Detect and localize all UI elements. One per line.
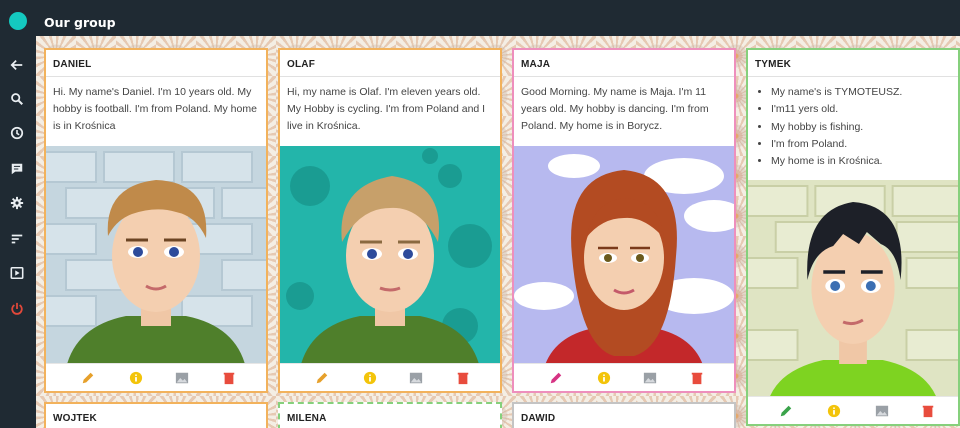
post-card-wojtek[interactable]: WOJTEK [44,402,268,428]
card-list: My name's is TYMOTEUSZ. I'm11 yers old. … [748,77,958,170]
card-title: TYMEK [748,50,958,77]
card-title: DANIEL [46,50,266,77]
card-actions [514,363,734,391]
sort-icon[interactable] [8,230,26,248]
image-icon[interactable] [174,370,190,386]
edit-pencil-icon[interactable] [314,370,330,386]
info-icon[interactable] [128,370,144,386]
post-card-olaf[interactable]: OLAF Hi, my name is Olaf. I'm eleven yea… [278,48,502,393]
app-logo[interactable] [9,12,27,30]
edit-pencil-icon[interactable] [80,370,96,386]
card-text: Hi, my name is Olaf. I'm eleven years ol… [287,86,486,132]
card-title: DAWID [514,404,734,428]
back-arrow-icon[interactable] [8,56,26,74]
info-icon[interactable] [362,370,378,386]
card-text: Hi. My name's Daniel. I'm 10 years old. … [53,86,257,132]
card-text: Good Morning. My name is Maja. I'm 11 ye… [521,86,709,132]
delete-trash-icon[interactable] [920,403,936,419]
info-icon[interactable] [596,370,612,386]
card-title: WOJTEK [46,404,266,428]
card-actions [280,363,500,391]
power-icon[interactable] [8,300,26,318]
top-bar: Our group [0,0,960,36]
list-item: My home is in Krośnica. [771,153,952,170]
delete-trash-icon[interactable] [221,370,237,386]
card-actions [46,363,266,391]
portrait-image[interactable] [514,146,734,368]
page-title: Our group [44,15,116,30]
portrait-image[interactable] [280,146,500,368]
card-title: MILENA [280,404,500,428]
gear-icon[interactable] [8,194,26,212]
card-actions [748,396,958,424]
post-card-tymek[interactable]: TYMEK My name's is TYMOTEUSZ. I'm11 yers… [746,48,960,426]
list-item: My hobby is fishing. [771,119,952,136]
portrait-image[interactable] [46,146,266,368]
image-icon[interactable] [408,370,424,386]
delete-trash-icon[interactable] [455,370,471,386]
list-item: I'm11 yers old. [771,101,952,118]
edit-pencil-icon[interactable] [548,370,564,386]
clock-icon[interactable] [8,124,26,142]
list-item: I'm from Poland. [771,136,952,153]
image-icon[interactable] [874,403,890,419]
search-icon[interactable] [8,90,26,108]
portrait-image[interactable] [748,180,958,402]
card-title: MAJA [514,50,734,77]
image-icon[interactable] [642,370,658,386]
slideshow-icon[interactable] [8,264,26,282]
list-item: My name's is TYMOTEUSZ. [771,84,952,101]
post-card-maja[interactable]: MAJA Good Morning. My name is Maja. I'm … [512,48,736,393]
delete-trash-icon[interactable] [689,370,705,386]
info-icon[interactable] [826,403,842,419]
sidebar [0,36,36,428]
post-card-dawid[interactable]: DAWID [512,402,736,428]
card-title: OLAF [280,50,500,77]
edit-pencil-icon[interactable] [778,403,794,419]
post-card-daniel[interactable]: DANIEL Hi. My name's Daniel. I'm 10 year… [44,48,268,393]
padlet-board: DANIEL Hi. My name's Daniel. I'm 10 year… [36,36,960,428]
comment-icon[interactable] [8,160,26,178]
post-card-milena[interactable]: MILENA [278,402,502,428]
